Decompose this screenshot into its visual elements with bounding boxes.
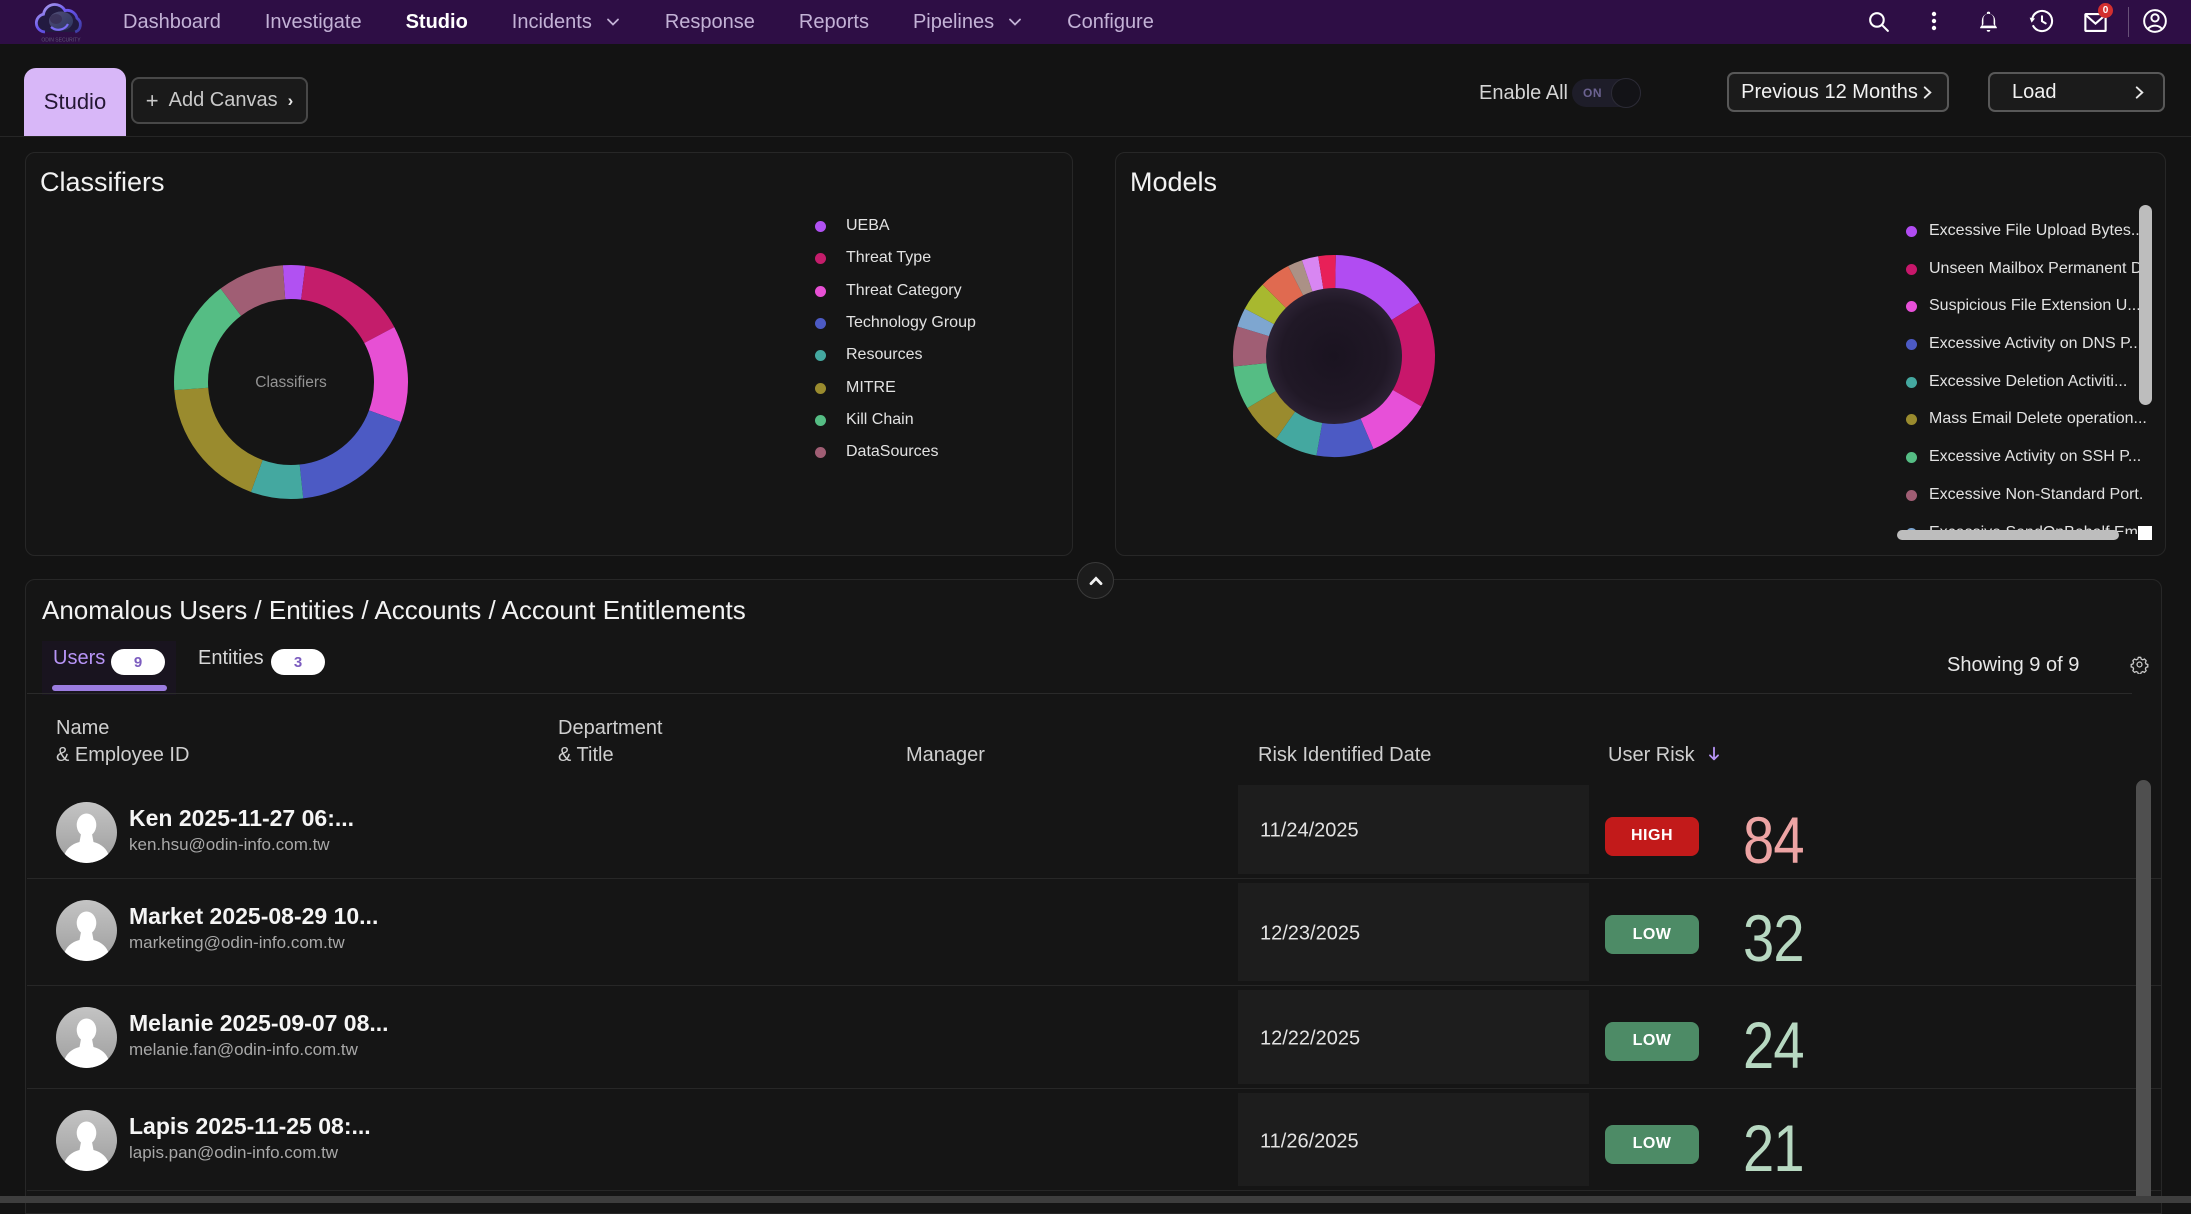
svg-text:ODIN SECURITY: ODIN SECURITY xyxy=(41,38,81,44)
